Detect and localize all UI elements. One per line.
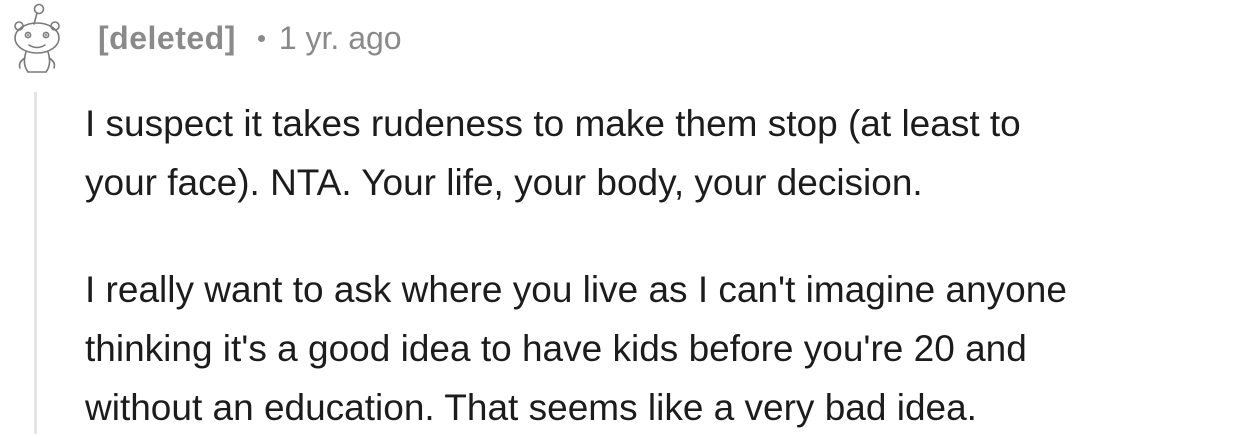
comment-header: [deleted] 1 yr. ago	[98, 12, 402, 64]
separator-dot	[257, 34, 265, 42]
comment: [deleted] 1 yr. ago I suspect it takes r…	[0, 0, 1254, 434]
timestamp[interactable]: 1 yr. ago	[279, 20, 402, 57]
comment-paragraph: I suspect it takes rudeness to make them…	[85, 103, 1021, 203]
reddit-snoo-outline-icon	[14, 3, 60, 73]
thread-line[interactable]	[34, 92, 37, 434]
comment-body: I suspect it takes rudeness to make them…	[85, 94, 1245, 437]
comment-paragraph: I really want to ask where you live as I…	[85, 269, 1067, 428]
avatar[interactable]	[6, 2, 68, 76]
author-name[interactable]: [deleted]	[98, 20, 236, 57]
